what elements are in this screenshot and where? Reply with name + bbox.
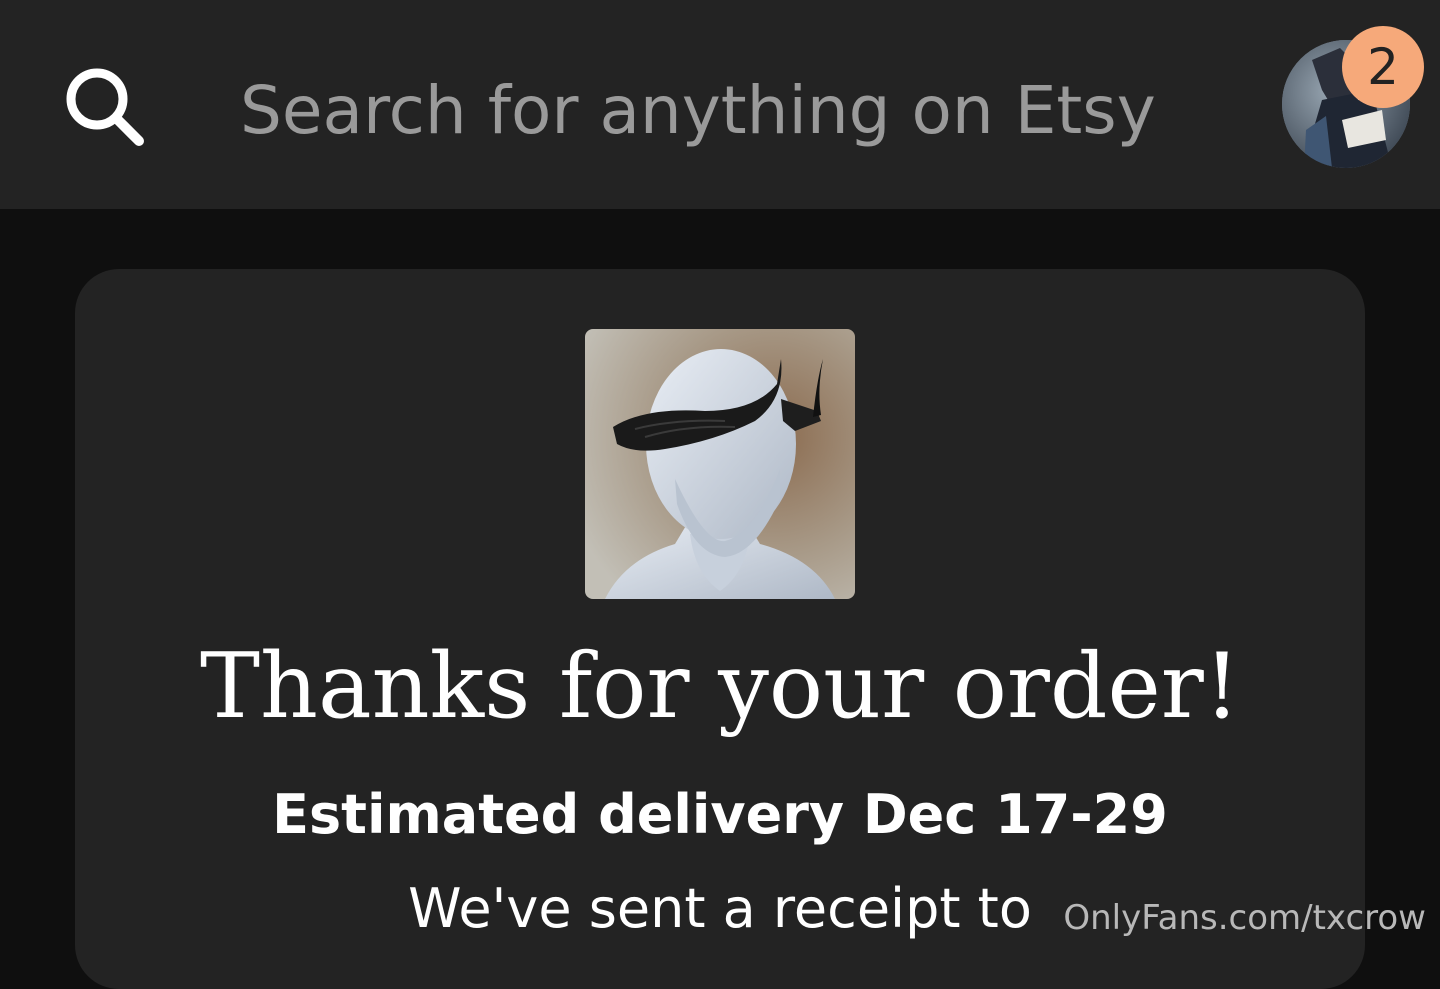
estimated-delivery: Estimated delivery Dec 17-29 [272,783,1168,846]
search-input[interactable] [240,62,1220,158]
top-bar [0,0,1440,209]
product-image[interactable] [585,329,855,599]
search-button[interactable] [60,62,152,154]
horns-product-photo [585,329,855,599]
order-thanks-heading: Thanks for your order! [200,634,1240,739]
search-icon [66,68,144,146]
watermark: OnlyFans.com/txcrow [1063,898,1426,938]
notification-badge: 2 [1342,26,1424,108]
